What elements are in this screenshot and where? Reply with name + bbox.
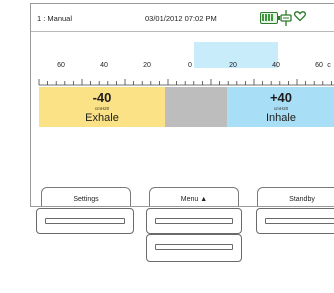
left-hardware-button[interactable] — [36, 208, 134, 234]
status-bar: 1 : Manual 03/01/2012 07:02 PM — [31, 4, 334, 32]
inhale-zone: +40 cmH20 Inhale — [227, 87, 334, 127]
pressure-bar: -40 cmH20 Exhale +40 cmH20 Inhale — [31, 87, 334, 127]
scale-tick-label: 20 — [143, 62, 151, 69]
inhale-label: Inhale — [266, 112, 296, 124]
exhale-unit: cmH20 — [94, 106, 110, 111]
datetime-label: 03/01/2012 07:02 PM — [145, 14, 217, 23]
button-slot — [265, 218, 334, 224]
scale-tick-label: 0 — [188, 62, 192, 69]
inhale-value: +40 — [269, 90, 293, 105]
right-hardware-button[interactable] — [256, 208, 334, 234]
scale-tick-label: 60 — [315, 62, 323, 69]
standby-softkey[interactable]: Standby — [257, 187, 334, 206]
menu-softkey[interactable]: Menu ▲ — [149, 187, 239, 206]
scale-tick-label: c — [327, 62, 331, 69]
button-slot — [155, 244, 233, 250]
exhale-zone: -40 cmH20 Exhale — [39, 87, 165, 127]
button-slot — [45, 218, 125, 224]
center-top-hardware-button[interactable] — [146, 208, 242, 234]
exhale-label: Exhale — [85, 112, 119, 124]
button-slot — [155, 218, 233, 224]
settings-softkey[interactable]: Settings — [41, 187, 131, 206]
exhale-value: -40 — [92, 90, 112, 105]
center-bottom-hardware-button[interactable] — [146, 234, 242, 262]
scale-tick-label: 20 — [229, 62, 237, 69]
neutral-zone — [165, 87, 227, 127]
scale-ticks — [38, 79, 334, 86]
pressure-scale: 60 40 20 0 20 40 60 c — [31, 62, 334, 86]
scale-tick-label: 40 — [100, 62, 108, 69]
plug-icon — [280, 10, 292, 26]
inhale-unit: cmH20 — [273, 106, 289, 111]
mode-label: 1 : Manual — [37, 14, 73, 23]
battery-icon — [260, 12, 280, 24]
heart-icon — [294, 11, 306, 22]
scale-tick-label: 40 — [272, 62, 280, 69]
scale-tick-label: 60 — [57, 62, 65, 69]
device-screen: 1 : Manual 03/01/2012 07:02 PM 60 40 20 0 20… — [30, 3, 334, 207]
